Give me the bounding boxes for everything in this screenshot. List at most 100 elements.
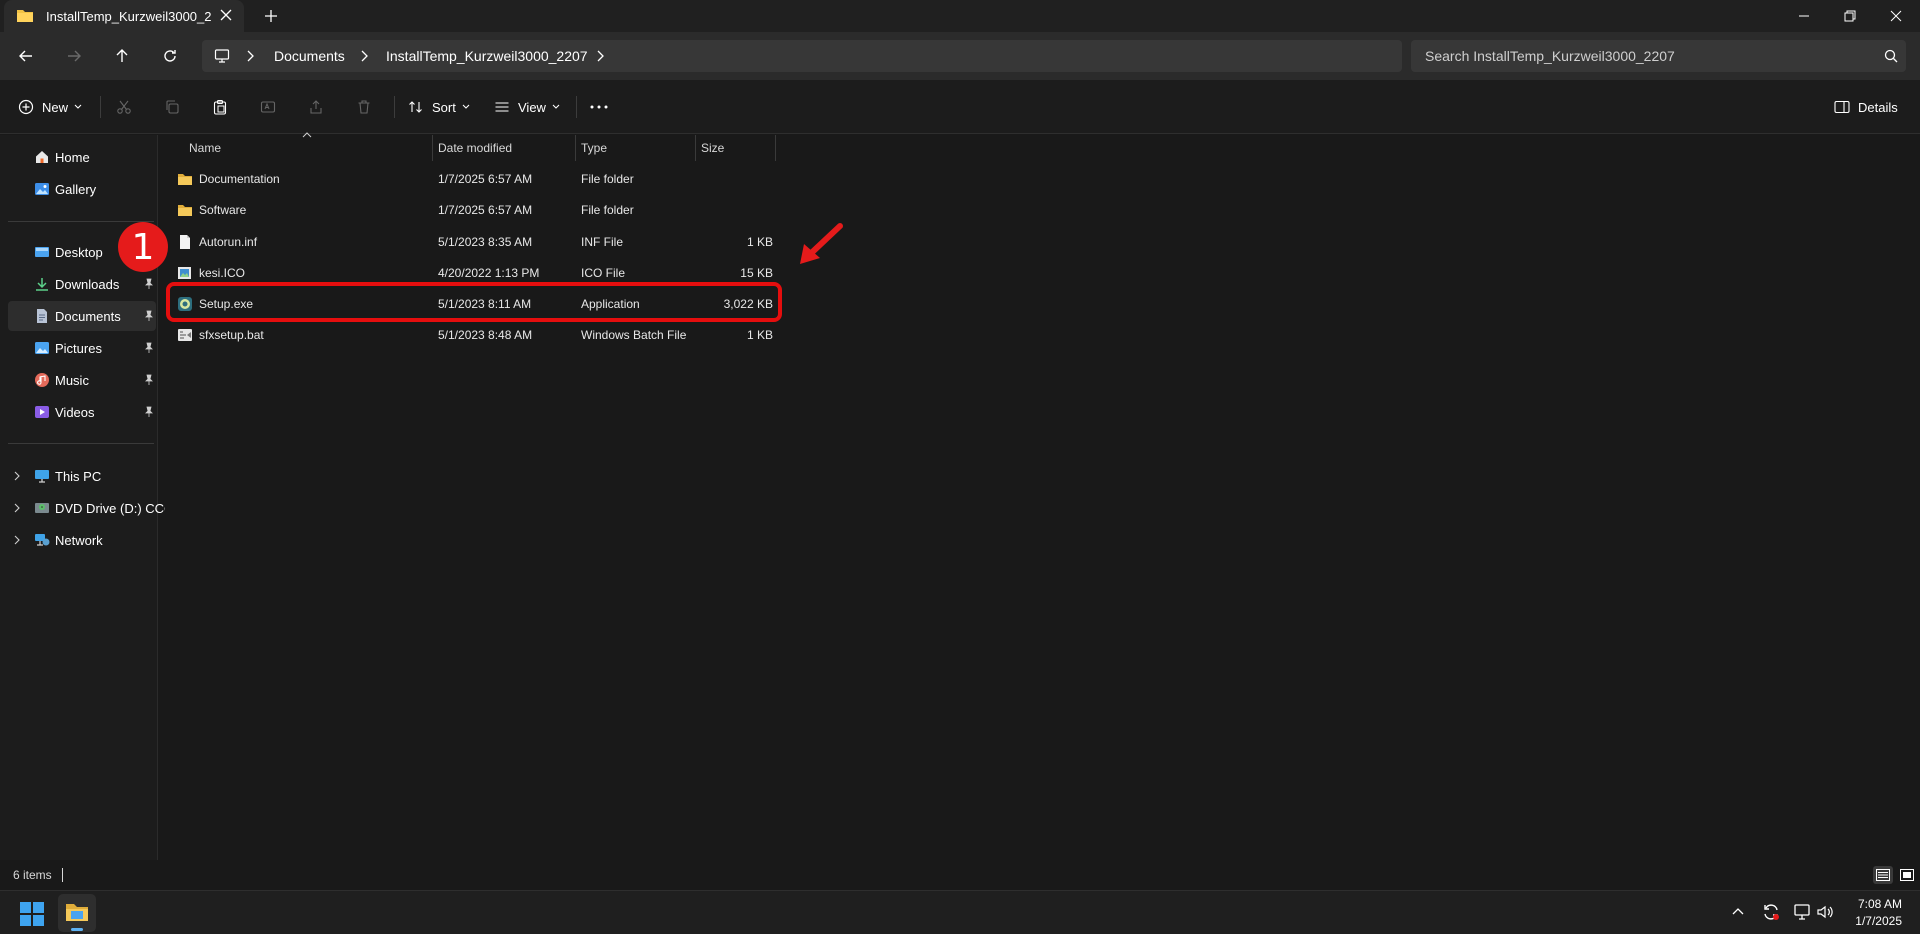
clock-date[interactable]: 1/7/2025 [1836, 914, 1902, 928]
file-date: 5/1/2023 8:35 AM [438, 235, 533, 249]
breadcrumb-current-folder[interactable]: InstallTemp_Kurzweil3000_2207 [386, 48, 588, 64]
sidebar-item-network[interactable]: Network [8, 525, 156, 555]
new-button[interactable]: New [18, 93, 82, 121]
file-size: 1 KB [746, 235, 773, 249]
address-bar[interactable]: Documents InstallTemp_Kurzweil3000_2207 [202, 40, 1402, 72]
column-divider[interactable] [775, 135, 776, 161]
file-list: Name Date modified Type Size Documentati… [165, 132, 1920, 860]
sidebar-item-downloads[interactable]: Downloads [8, 269, 156, 299]
rename-button[interactable] [260, 93, 276, 121]
chevron-right-icon[interactable] [14, 535, 20, 545]
close-window-button[interactable] [1868, 0, 1920, 32]
file-size: 1 KB [746, 328, 773, 342]
tiles-view-button[interactable] [1897, 866, 1917, 884]
gallery-icon [34, 181, 50, 197]
column-header-size[interactable]: Size [695, 135, 775, 161]
sidebar-item-dvd-drive[interactable]: DVD Drive (D:) CCC [8, 493, 165, 523]
sidebar-item-documents[interactable]: Documents [8, 301, 156, 331]
copy-button[interactable] [164, 93, 180, 121]
sidebar-item-home[interactable]: Home [8, 142, 156, 172]
sidebar-item-music[interactable]: Music [8, 365, 156, 395]
sidebar-item-videos[interactable]: Videos [8, 397, 156, 427]
delete-button[interactable] [356, 93, 372, 121]
pin-icon[interactable] [144, 310, 154, 322]
clock-time[interactable]: 7:08 AM [1836, 897, 1902, 911]
breadcrumb-documents[interactable]: Documents [274, 48, 345, 64]
sidebar-item-this-pc[interactable]: This PC [8, 461, 156, 491]
up-button[interactable] [104, 40, 140, 72]
file-date: 1/7/2025 6:57 AM [438, 203, 533, 217]
videos-icon [34, 404, 50, 420]
batch-file-icon [177, 327, 193, 343]
search-icon[interactable] [1884, 49, 1898, 63]
toolbar-divider [576, 96, 577, 118]
file-name: Documentation [199, 172, 280, 186]
file-type: File folder [581, 172, 634, 186]
more-options-button[interactable] [590, 93, 608, 121]
sort-button[interactable]: Sort [408, 93, 470, 121]
step-number-badge: 1 [118, 222, 168, 272]
pictures-icon [34, 340, 50, 356]
folder-icon [65, 901, 89, 923]
chevron-right-icon[interactable] [596, 50, 604, 62]
active-indicator [71, 928, 83, 931]
start-button-windows-icon[interactable] [20, 902, 44, 926]
documents-icon [34, 308, 50, 324]
share-button[interactable] [308, 93, 324, 121]
search-input[interactable]: Search InstallTemp_Kurzweil3000_2207 [1411, 40, 1906, 72]
toolbar-divider [394, 96, 395, 118]
volume-icon[interactable] [1816, 903, 1834, 921]
sync-icon[interactable] [1761, 902, 1781, 922]
sort-icon [408, 99, 424, 115]
table-row[interactable]: Software 1/7/2025 6:57 AM File folder [171, 195, 774, 225]
table-row[interactable]: Documentation 1/7/2025 6:57 AM File fold… [171, 164, 774, 194]
column-header-date[interactable]: Date modified [432, 135, 576, 161]
details-pane-button[interactable]: Details [1834, 93, 1898, 121]
file-date: 5/1/2023 8:48 AM [438, 328, 533, 342]
explorer-tab[interactable]: InstallTemp_Kurzweil3000_2207 [4, 0, 244, 32]
column-header-type[interactable]: Type [575, 135, 695, 161]
table-row[interactable]: Autorun.inf 5/1/2023 8:35 AM INF File 1 … [171, 227, 774, 257]
new-tab-icon[interactable] [264, 9, 278, 23]
item-count: 6 items [13, 868, 52, 882]
sidebar-item-label: DVD Drive (D:) CCC [55, 501, 165, 516]
column-header-name[interactable]: Name [183, 135, 428, 161]
new-label: New [42, 99, 69, 115]
refresh-button[interactable] [152, 40, 188, 72]
view-label: View [518, 99, 546, 115]
chevron-up-icon[interactable] [1732, 906, 1744, 916]
paste-button[interactable] [212, 93, 228, 121]
network-status-icon[interactable] [1794, 903, 1812, 921]
back-button[interactable] [8, 40, 44, 72]
chevron-right-icon[interactable] [246, 50, 254, 62]
pin-icon[interactable] [144, 342, 154, 354]
close-tab-icon[interactable] [220, 9, 232, 21]
chevron-right-icon[interactable] [14, 503, 20, 513]
home-icon [34, 149, 50, 165]
forward-button[interactable] [56, 40, 92, 72]
chevron-right-icon[interactable] [360, 50, 368, 62]
sidebar-item-label: Pictures [55, 341, 102, 356]
details-view-button[interactable] [1873, 866, 1893, 884]
file-date: 1/7/2025 6:57 AM [438, 172, 533, 186]
pin-icon[interactable] [144, 406, 154, 418]
address-row: Documents InstallTemp_Kurzweil3000_2207 … [0, 32, 1920, 80]
pin-icon[interactable] [144, 374, 154, 386]
more-icon [590, 105, 608, 109]
cut-button[interactable] [116, 93, 132, 121]
chevron-right-icon[interactable] [14, 471, 20, 481]
setup-exe-highlight-box [166, 282, 782, 322]
music-icon [34, 372, 50, 388]
file-name: Autorun.inf [199, 235, 258, 249]
image-file-icon [177, 265, 193, 281]
view-list-icon [494, 99, 510, 115]
view-button[interactable]: View [494, 93, 560, 121]
table-row[interactable]: sfxsetup.bat 5/1/2023 8:48 AM Windows Ba… [171, 320, 774, 350]
sidebar-item-pictures[interactable]: Pictures [8, 333, 156, 363]
sidebar-item-gallery[interactable]: Gallery [8, 174, 156, 204]
copy-icon [164, 99, 180, 115]
sort-label: Sort [432, 99, 456, 115]
pin-icon[interactable] [144, 278, 154, 290]
file-type: ICO File [581, 266, 626, 280]
file-explorer-taskbar-button[interactable] [58, 894, 96, 932]
